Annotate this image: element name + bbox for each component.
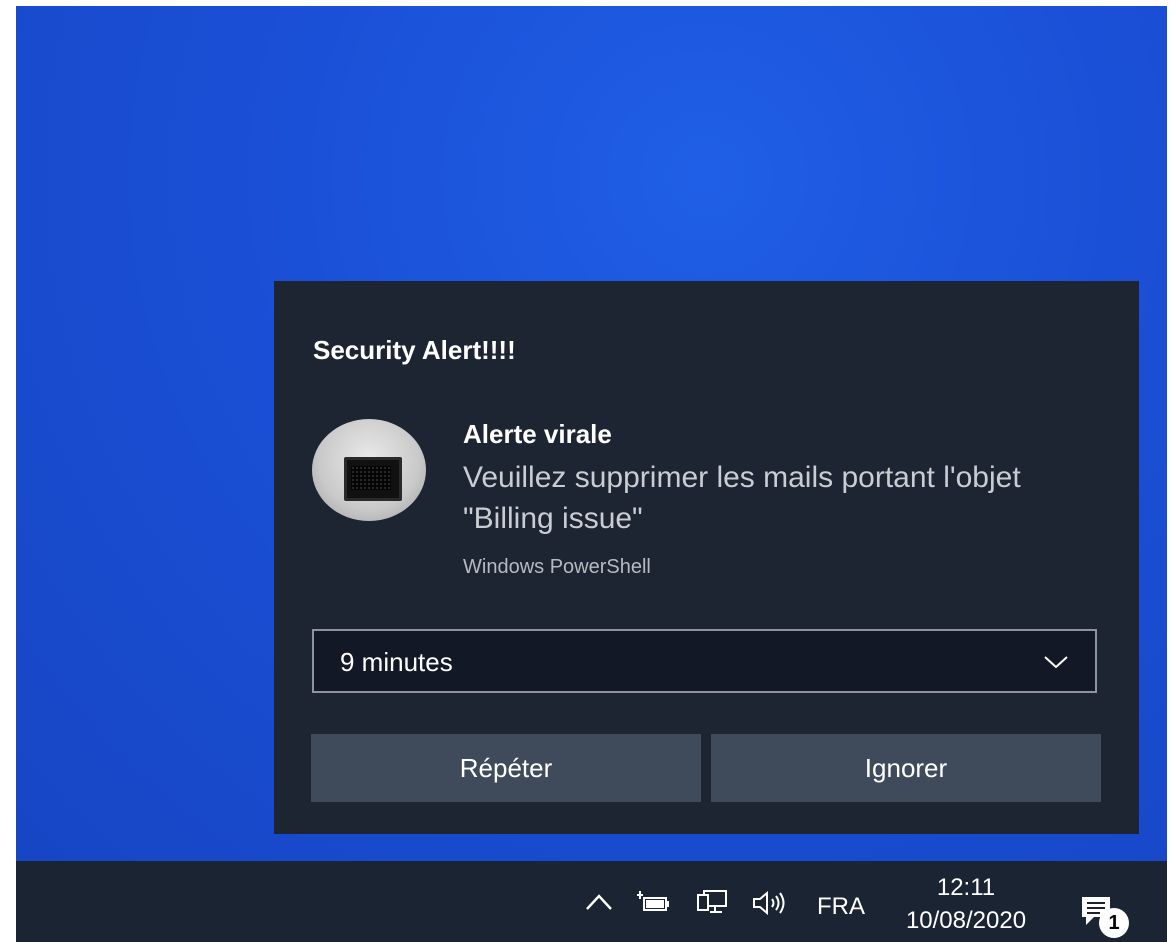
- clock-date: 10/08/2020: [905, 907, 1027, 934]
- notification-count-badge: 1: [1099, 908, 1129, 938]
- toast-app-header: Security Alert!!!!: [313, 335, 516, 365]
- chevron-down-icon: [1043, 649, 1069, 675]
- toast-notification[interactable]: Security Alert!!!! Alerte virale Veuille…: [274, 281, 1139, 834]
- toast-source: Windows PowerShell: [463, 556, 651, 578]
- chevron-up-icon[interactable]: [584, 887, 614, 917]
- ignore-button[interactable]: Ignorer: [711, 734, 1101, 802]
- repeat-button[interactable]: Répéter: [311, 734, 701, 802]
- volume-icon[interactable]: [750, 889, 790, 917]
- snooze-duration-value: 9 minutes: [340, 647, 453, 677]
- battery-icon[interactable]: [636, 889, 672, 915]
- taskbar: FRA 12:11 10/08/2020 1: [16, 861, 1167, 942]
- toast-body: Veuillez supprimer les mails portant l'o…: [463, 461, 1021, 535]
- taskbar-clock[interactable]: 12:11 10/08/2020: [896, 871, 1036, 937]
- language-indicator[interactable]: FRA: [817, 893, 865, 921]
- snooze-duration-select[interactable]: 9 minutes: [312, 629, 1097, 693]
- network-icon[interactable]: [696, 889, 730, 917]
- toast-title: Alerte virale: [463, 419, 612, 449]
- toast-app-logo: [312, 419, 426, 521]
- device-image: [344, 457, 402, 501]
- screen-edge: [1167, 861, 1173, 942]
- clock-time: 12:11: [936, 874, 996, 901]
